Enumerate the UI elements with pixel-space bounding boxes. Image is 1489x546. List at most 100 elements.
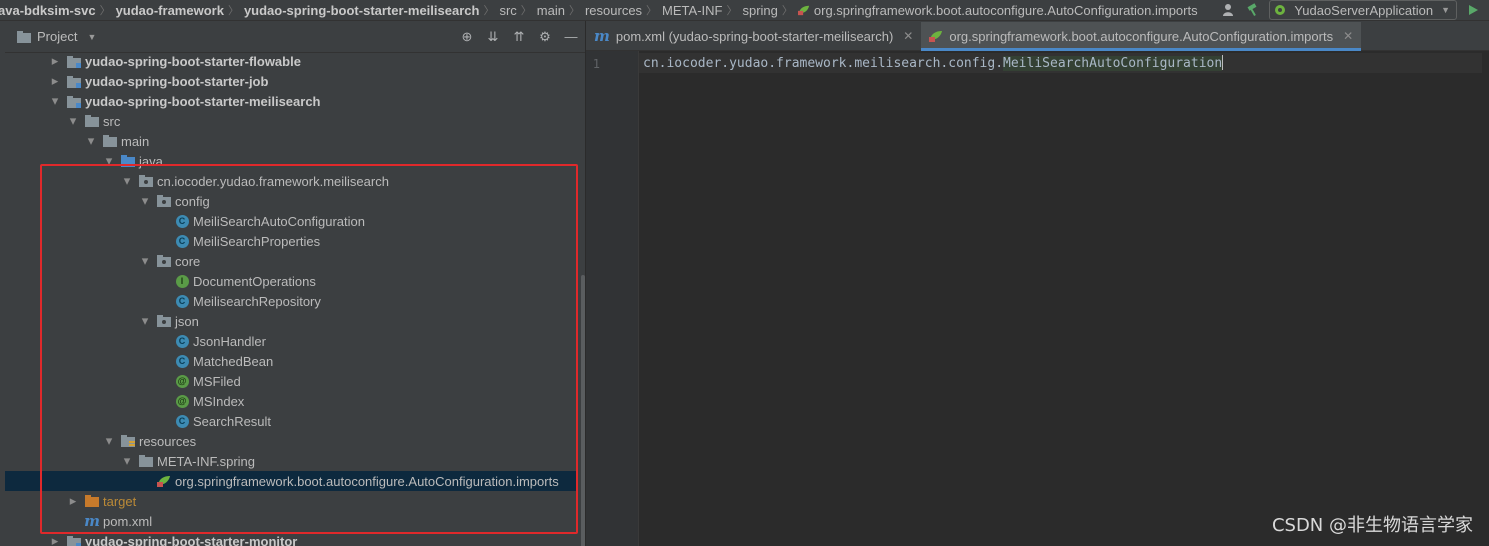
tree-node[interactable]: ▾ yudao-spring-boot-starter-meilisearch xyxy=(5,91,576,111)
tree-node-label: yudao-spring-boot-starter-flowable xyxy=(85,53,301,69)
tree-node[interactable]: ▸ yudao-spring-boot-starter-monitor xyxy=(5,531,576,546)
breadcrumb-separator-icon: 〉 xyxy=(781,5,793,17)
close-icon[interactable]: ✕ xyxy=(1343,29,1353,43)
project-tool-window: Project ▼ ⊕ ⇊ ⇈ ⚙ — ▸ yudao-spring-boot-s… xyxy=(5,21,586,546)
tab-pom-xml[interactable]: m pom.xml (yudao-spring-boot-starter-mei… xyxy=(586,22,921,50)
breadcrumb-item[interactable]: spring xyxy=(742,3,778,18)
tree-node-label: org.springframework.boot.autoconfigure.A… xyxy=(175,473,559,489)
chevron-down-icon[interactable]: ▾ xyxy=(67,113,79,128)
chevron-right-icon[interactable]: ▸ xyxy=(49,533,61,546)
code-line-1[interactable]: cn.iocoder.yudao.framework.meilisearch.c… xyxy=(643,55,1224,71)
folder-icon xyxy=(85,114,99,128)
tree-node-label: MeilisearchRepository xyxy=(193,293,321,309)
folder-icon xyxy=(139,454,153,468)
tree-node[interactable]: ▸CMeilisearchRepository xyxy=(5,291,576,311)
breadcrumb-item[interactable]: ava-bdksim-svc xyxy=(0,3,97,18)
chevron-down-icon[interactable]: ▾ xyxy=(121,453,133,468)
breadcrumb-separator-icon: 〉 xyxy=(726,5,738,17)
tree-node[interactable]: ▸org.springframework.boot.autoconfigure.… xyxy=(5,471,576,491)
breadcrumb-item[interactable]: yudao-framework xyxy=(116,3,225,18)
chevron-down-icon[interactable]: ▾ xyxy=(103,433,115,448)
tree-node[interactable]: ▸CJsonHandler xyxy=(5,331,576,351)
chevron-right-icon[interactable]: ▸ xyxy=(49,73,61,88)
module-folder-icon xyxy=(67,54,81,68)
breadcrumb-separator-icon: 〉 xyxy=(99,5,111,17)
chevron-right-icon[interactable]: ▸ xyxy=(67,493,79,508)
tree-node-label: MeiliSearchProperties xyxy=(193,233,321,249)
line-number-gutter: 1 xyxy=(586,51,639,546)
package-icon xyxy=(157,254,171,268)
tab-autoconfiguration-imports[interactable]: org.springframework.boot.autoconfigure.A… xyxy=(921,22,1362,51)
tree-node[interactable]: ▸ yudao-spring-boot-starter-flowable xyxy=(5,51,576,71)
collapse-all-icon[interactable]: ⇈ xyxy=(511,29,527,45)
run-configuration-selector[interactable]: YudaoServerApplication ▼ xyxy=(1269,0,1457,20)
breadcrumb-separator-icon: 〉 xyxy=(568,5,580,17)
tree-scrollbar[interactable] xyxy=(581,275,585,546)
class-icon: C xyxy=(175,214,189,228)
tree-node[interactable]: ▾ json xyxy=(5,311,576,331)
tree-node[interactable]: ▸@MSFiled xyxy=(5,371,576,391)
breadcrumb-item[interactable]: yudao-spring-boot-starter-meilisearch xyxy=(244,3,481,18)
code-text: cn.iocoder.yudao.framework.meilisearch.c… xyxy=(643,56,1004,71)
toolbar-right: YudaoServerApplication ▼ xyxy=(1221,0,1489,20)
tree-node[interactable]: ▸ yudao-spring-boot-starter-job xyxy=(5,71,576,91)
tree-node[interactable]: ▾ core xyxy=(5,251,576,271)
spring-file-icon xyxy=(157,474,171,488)
tree-node[interactable]: ▸IDocumentOperations xyxy=(5,271,576,291)
chevron-down-icon[interactable]: ▼ xyxy=(87,32,96,42)
breadcrumb-separator-icon: 〉 xyxy=(483,5,495,17)
breadcrumb-item[interactable]: META-INF xyxy=(662,3,723,18)
tree-node[interactable]: ▸CMeiliSearchAutoConfiguration xyxy=(5,211,576,231)
spring-boot-icon xyxy=(1275,5,1286,15)
tree-node[interactable]: ▸CMeiliSearchProperties xyxy=(5,231,576,251)
chevron-down-icon[interactable]: ▾ xyxy=(85,133,97,148)
chevron-down-icon[interactable]: ▾ xyxy=(139,193,151,208)
project-panel-title[interactable]: Project xyxy=(37,29,77,44)
chevron-down-icon[interactable]: ▾ xyxy=(49,93,61,108)
tree-node[interactable]: ▾ main xyxy=(5,131,576,151)
chevron-down-icon[interactable]: ▾ xyxy=(103,153,115,168)
package-icon xyxy=(139,174,153,188)
hammer-build-icon[interactable] xyxy=(1245,2,1261,18)
tree-node[interactable]: ▾ java xyxy=(5,151,576,171)
tree-node[interactable]: ▸@MSIndex xyxy=(5,391,576,411)
tree-node[interactable]: ▸ target xyxy=(5,491,576,511)
user-icon[interactable] xyxy=(1221,2,1237,18)
tree-node-label: MeiliSearchAutoConfiguration xyxy=(193,213,365,229)
minimize-icon[interactable]: — xyxy=(563,29,579,44)
package-icon xyxy=(157,194,171,208)
tree-node[interactable]: ▾ META-INF.spring xyxy=(5,451,576,471)
chevron-down-icon[interactable]: ▾ xyxy=(139,253,151,268)
tree-node[interactable]: ▾ cn.iocoder.yudao.framework.meilisearch xyxy=(5,171,576,191)
chevron-down-icon[interactable]: ▾ xyxy=(121,173,133,188)
tree-node-label: java xyxy=(139,153,163,169)
module-folder-icon xyxy=(67,534,81,546)
tree-node[interactable]: ▾ resources xyxy=(5,431,576,451)
tree-node-label: json xyxy=(175,313,199,329)
line-number: 1 xyxy=(592,57,600,71)
expand-all-icon[interactable]: ⇊ xyxy=(485,29,501,45)
chevron-right-icon[interactable]: ▸ xyxy=(49,53,61,68)
tree-node[interactable]: ▾ config xyxy=(5,191,576,211)
chevron-down-icon[interactable]: ▾ xyxy=(139,313,151,328)
excluded-folder-icon xyxy=(85,494,99,508)
locate-icon[interactable]: ⊕ xyxy=(459,29,475,45)
breadcrumb-item[interactable]: src xyxy=(499,3,517,18)
tree-node[interactable]: ▸CSearchResult xyxy=(5,411,576,431)
tree-node[interactable]: ▸mpom.xml xyxy=(5,511,576,531)
tree-node[interactable]: ▸CMatchedBean xyxy=(5,351,576,371)
tree-node-label: yudao-spring-boot-starter-job xyxy=(85,73,269,89)
tree-node-label: DocumentOperations xyxy=(193,273,316,289)
tab-label: org.springframework.boot.autoconfigure.A… xyxy=(949,28,1334,44)
breadcrumb-item[interactable]: resources xyxy=(585,3,643,18)
folder-icon xyxy=(103,134,117,148)
breadcrumb-item[interactable]: main xyxy=(537,3,566,18)
gear-icon[interactable]: ⚙ xyxy=(537,29,553,45)
close-icon[interactable]: ✕ xyxy=(903,29,913,43)
code-editor[interactable]: cn.iocoder.yudao.framework.meilisearch.c… xyxy=(639,51,1489,546)
run-icon[interactable] xyxy=(1465,2,1481,18)
tree-node[interactable]: ▾ src xyxy=(5,111,576,131)
breadcrumb-item-file[interactable]: org.springframework.boot.autoconfigure.A… xyxy=(797,3,1199,18)
project-panel-tools: ⊕ ⇊ ⇈ ⚙ — xyxy=(459,21,579,52)
class-icon: C xyxy=(175,294,189,308)
